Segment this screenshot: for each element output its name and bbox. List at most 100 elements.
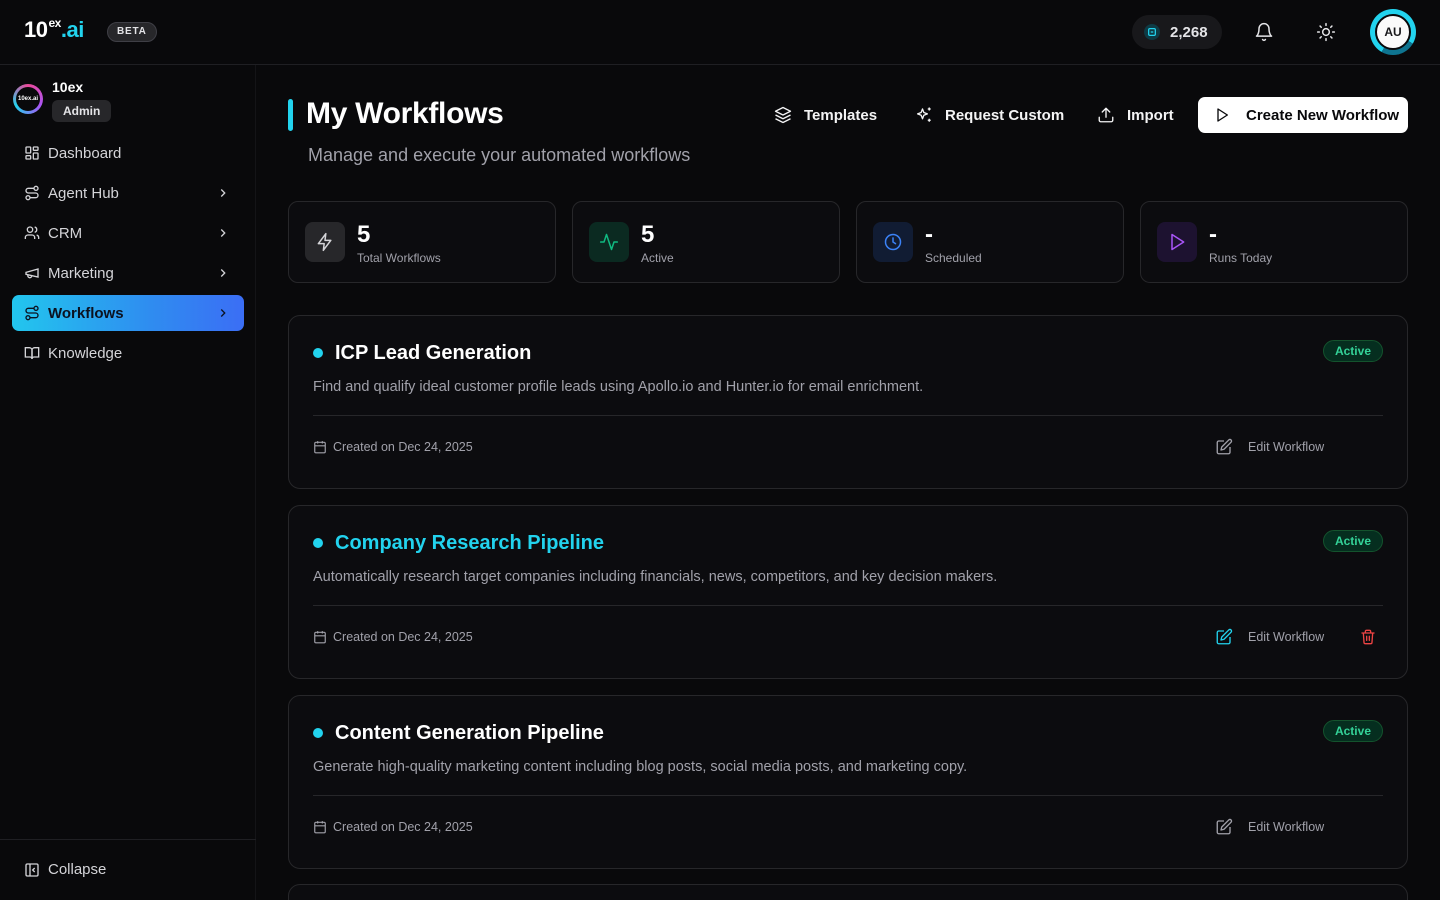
- panel-collapse-icon: [25, 862, 39, 877]
- logo-main: 10: [24, 17, 48, 42]
- org-role-badge: Admin: [52, 100, 112, 122]
- sidebar-item-knowledge[interactable]: Knowledge: [12, 335, 244, 371]
- sidebar-item-crm[interactable]: CRM: [12, 215, 244, 251]
- play-icon: [1157, 222, 1197, 262]
- sidebar-item-label: Knowledge: [48, 344, 123, 362]
- status-badge: Active: [1322, 530, 1383, 552]
- edit-icon: [1216, 628, 1233, 645]
- collapse-button[interactable]: Collapse: [24, 861, 106, 878]
- workflow-card[interactable]: Content Generation Pipeline Active Gener…: [288, 695, 1408, 869]
- stat-value: 5: [357, 221, 371, 248]
- sidebar-item-marketing[interactable]: Marketing: [12, 255, 244, 291]
- credits-value: 2,268: [1170, 23, 1208, 41]
- card-divider: [313, 605, 1383, 606]
- created-date-text: Created on Dec 24, 2025: [333, 630, 473, 644]
- sparkles-icon: [916, 107, 931, 122]
- grid-icon: [25, 146, 39, 160]
- sidebar-item-label: Agent Hub: [48, 184, 119, 202]
- megaphone-icon: [25, 268, 39, 279]
- credits-pill[interactable]: 2,268: [1132, 15, 1222, 49]
- top-bar: 10 ex .ai BETA 2,268 AU: [0, 0, 1440, 65]
- sidebar-item-agent-hub[interactable]: Agent Hub: [12, 175, 244, 211]
- stat-label: Active: [641, 251, 674, 265]
- edit-workflow-label: Edit Workflow: [1248, 440, 1325, 454]
- edit-workflow-button[interactable]: Edit Workflow: [1215, 818, 1324, 836]
- page-title: My Workflows: [306, 97, 504, 130]
- status-badge: Active: [1322, 720, 1383, 742]
- calendar-icon: [314, 631, 326, 644]
- workflow-description: Find and qualify ideal customer profile …: [313, 379, 924, 395]
- workflow-description: Automatically research target companies …: [313, 569, 998, 585]
- chevron-right-icon: [220, 309, 226, 317]
- workflow-title[interactable]: Company Research Pipeline: [335, 532, 604, 555]
- create-workflow-label: Create New Workflow: [1246, 106, 1400, 124]
- sidebar-item-label: CRM: [48, 224, 83, 242]
- edit-workflow-label: Edit Workflow: [1248, 630, 1325, 644]
- card-divider: [313, 795, 1383, 796]
- app-logo[interactable]: 10 ex .ai: [24, 16, 84, 43]
- book-icon: [24, 347, 40, 360]
- logo-sup: ex: [48, 16, 61, 30]
- org-logo-text: 10ex.ai: [16, 87, 40, 111]
- workflow-title[interactable]: ICP Lead Generation: [335, 342, 531, 365]
- edit-workflow-button[interactable]: Edit Workflow: [1215, 438, 1324, 456]
- calendar-icon: [314, 821, 326, 834]
- workflow-title[interactable]: Content Generation Pipeline: [335, 722, 604, 745]
- sidebar-divider: [0, 839, 256, 840]
- import-label: Import: [1127, 106, 1174, 124]
- sidebar-item-label: Dashboard: [48, 144, 122, 162]
- upload-icon: [1098, 107, 1114, 123]
- clock-icon: [873, 222, 913, 262]
- trash-icon[interactable]: [1360, 629, 1376, 645]
- page-subtitle: Manage and execute your automated workfl…: [308, 145, 691, 165]
- workflow-icon: [25, 305, 39, 321]
- stat-label: Scheduled: [925, 251, 982, 265]
- request-custom-label: Request Custom: [945, 106, 1065, 124]
- stat-label: Runs Today: [1209, 251, 1273, 265]
- workflow-card[interactable]: [288, 884, 1408, 900]
- sun-icon[interactable]: [1316, 22, 1336, 42]
- play-icon: [1217, 108, 1228, 122]
- sidebar: 10ex.ai 10ex Admin Dashboard Agent Hub C…: [0, 65, 256, 900]
- activity-icon: [589, 222, 629, 262]
- bell-icon[interactable]: [1254, 22, 1274, 42]
- stat-card-total-workflows: 5 Total Workflows: [288, 201, 556, 283]
- stat-label: Total Workflows: [357, 251, 441, 265]
- org-logo: 10ex.ai: [13, 84, 43, 114]
- credits-icon: [1144, 24, 1160, 40]
- workflow-card[interactable]: ICP Lead Generation Active Find and qual…: [288, 315, 1408, 489]
- status-dot: [313, 728, 323, 738]
- sidebar-item-workflows[interactable]: Workflows: [12, 295, 244, 331]
- sidebar-item-label: Marketing: [48, 264, 114, 282]
- request-custom-button[interactable]: Request Custom: [915, 97, 1064, 133]
- chevron-right-icon: [220, 229, 226, 237]
- status-dot: [313, 538, 323, 548]
- stat-value: 5: [641, 221, 655, 248]
- chevron-right-icon: [220, 269, 226, 277]
- stat-card-runs-today: - Runs Today: [1140, 201, 1408, 283]
- edit-workflow-button[interactable]: Edit Workflow: [1215, 628, 1324, 646]
- logo-suffix: .ai: [60, 17, 84, 42]
- status-dot: [313, 348, 323, 358]
- create-workflow-button[interactable]: Create New Workflow: [1198, 97, 1408, 133]
- templates-label: Templates: [804, 106, 878, 124]
- created-date-text: Created on Dec 24, 2025: [333, 820, 473, 834]
- workflow-card[interactable]: Company Research Pipeline Active Automat…: [288, 505, 1408, 679]
- user-avatar-ring[interactable]: AU: [1370, 9, 1416, 55]
- templates-button[interactable]: Templates: [774, 97, 877, 133]
- sidebar-item-dashboard[interactable]: Dashboard: [12, 135, 244, 171]
- collapse-label: Collapse: [48, 861, 107, 878]
- created-date-text: Created on Dec 24, 2025: [333, 440, 473, 454]
- stat-value: -: [1209, 221, 1217, 248]
- workflow-description: Generate high-quality marketing content …: [313, 759, 968, 775]
- stat-card-scheduled: - Scheduled: [856, 201, 1124, 283]
- title-accent-bar: [288, 99, 293, 131]
- created-date: Created on Dec 24, 2025: [313, 820, 473, 834]
- status-badge: Active: [1322, 340, 1383, 362]
- route-icon: [25, 185, 39, 201]
- import-button[interactable]: Import: [1097, 97, 1174, 133]
- beta-badge: BETA: [107, 22, 157, 42]
- calendar-icon: [314, 441, 326, 454]
- edit-icon: [1216, 818, 1233, 835]
- created-date: Created on Dec 24, 2025: [313, 440, 473, 454]
